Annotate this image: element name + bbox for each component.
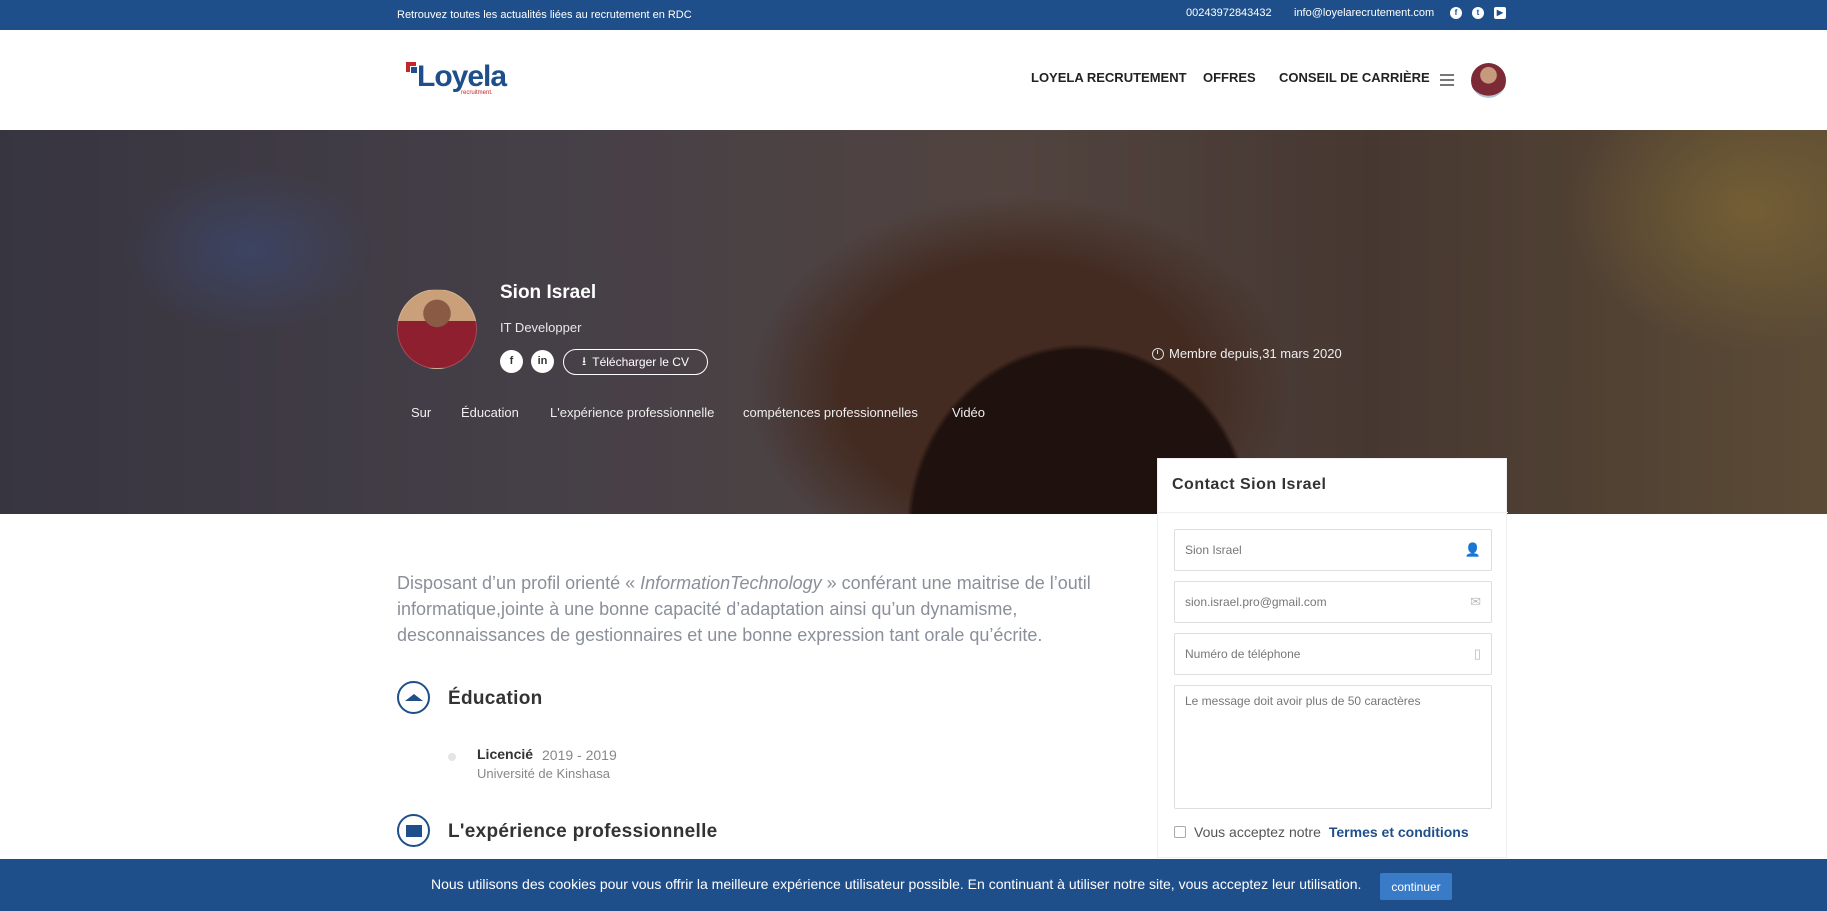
facebook-icon[interactable]: f xyxy=(1450,7,1462,19)
terms-text: Vous acceptez notre xyxy=(1194,824,1321,840)
contact-phone-input[interactable]: Numéro de téléphone ▯ xyxy=(1174,633,1492,675)
youtube-icon[interactable]: ▶ xyxy=(1494,7,1506,19)
download-icon: ⭳ xyxy=(582,353,587,368)
tab-sur[interactable]: Sur xyxy=(411,405,431,420)
profile-intro: Disposant d’un profil orienté « Informat… xyxy=(397,573,1091,645)
phone-icon: ▯ xyxy=(1473,646,1481,661)
cookie-message: Nous utilisons des cookies pour vous off… xyxy=(431,876,1362,892)
tab-experience[interactable]: L'expérience professionnelle xyxy=(550,405,714,420)
profile-name: Sion Israel xyxy=(500,282,597,303)
member-since: Membre depuis,31 mars 2020 xyxy=(1152,346,1342,361)
tab-competences[interactable]: compétences professionnelles xyxy=(743,405,918,420)
profile-facebook-icon[interactable]: f xyxy=(500,350,523,373)
profile-hero: Sion Israel IT Developper f in ⭳ Télécha… xyxy=(0,130,1827,514)
topbar-email[interactable]: info@loyelarecrutement.com xyxy=(1294,7,1434,19)
nav-offres[interactable]: OFFRES xyxy=(1203,70,1256,85)
logo-word: Loyela xyxy=(417,60,507,93)
contact-message-textarea[interactable]: Le message doit avoir plus de 50 caractè… xyxy=(1174,685,1492,809)
twitter-icon[interactable]: t xyxy=(1472,7,1484,19)
profile-title: IT Developper xyxy=(500,320,582,335)
terms-checkbox[interactable] xyxy=(1174,826,1186,838)
profile-avatar xyxy=(397,289,477,369)
download-cv-button[interactable]: ⭳ Télécharger le CV xyxy=(563,349,708,375)
education-degree: Licencié xyxy=(477,746,534,762)
nav-loyela-recrutement[interactable]: LOYELA RECRUTEMENT xyxy=(1031,70,1187,85)
tab-video[interactable]: Vidéo xyxy=(952,405,985,420)
terms-link[interactable]: Termes et conditions xyxy=(1329,824,1469,840)
cookie-banner: Nous utilisons des cookies pour vous off… xyxy=(0,859,1827,911)
timeline-dot xyxy=(448,753,456,761)
topbar-phone[interactable]: 00243972843432 xyxy=(1186,7,1272,19)
clock-icon xyxy=(1152,347,1164,360)
top-bar: Retrouvez toutes les actualités liées au… xyxy=(0,0,1827,30)
experience-heading: L'expérience professionnelle xyxy=(448,821,718,842)
education-years: 2019 - 2019 xyxy=(542,747,617,763)
download-cv-label: Télécharger le CV xyxy=(592,355,689,369)
cookie-accept-button[interactable]: continuer xyxy=(1380,873,1452,900)
user-icon: 👤 xyxy=(1464,542,1481,557)
profile-linkedin-icon[interactable]: in xyxy=(531,350,554,373)
terms-consent: Vous acceptez notre Termes et conditions xyxy=(1174,824,1469,840)
graduation-cap-icon xyxy=(397,681,430,714)
education-school: Université de Kinshasa xyxy=(477,766,610,781)
member-since-text: Membre depuis,31 mars 2020 xyxy=(1169,346,1342,361)
tab-education[interactable]: Éducation xyxy=(461,405,519,420)
user-avatar[interactable] xyxy=(1471,63,1506,98)
nav-conseil-de-carriere[interactable]: CONSEIL DE CARRIÈRE xyxy=(1279,70,1430,85)
contact-email-input[interactable]: sion.israel.pro@gmail.com ✉ xyxy=(1174,581,1492,623)
education-heading: Éducation xyxy=(448,688,543,709)
logo-sub: recruitment. xyxy=(461,90,493,96)
contact-name-input[interactable]: Sion Israel 👤 xyxy=(1174,529,1492,571)
contact-card: Contact Sion Israel Sion Israel 👤 sion.is… xyxy=(1157,458,1508,858)
envelope-icon: ✉ xyxy=(1470,594,1481,609)
site-header: Loyela recruitment. LOYELA RECRUTEMENT O… xyxy=(0,30,1827,130)
menu-icon[interactable] xyxy=(1440,74,1454,89)
briefcase-icon xyxy=(397,814,430,847)
site-logo[interactable]: Loyela recruitment. xyxy=(406,60,507,98)
topbar-tagline: Retrouvez toutes les actualités liées au… xyxy=(397,9,692,21)
